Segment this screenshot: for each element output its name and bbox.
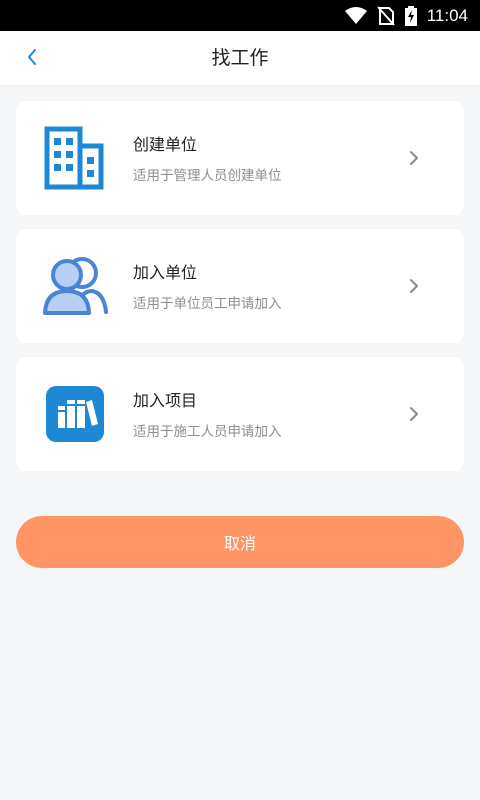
status-bar: 11:04 <box>0 0 480 31</box>
card-description: 适用于施工人员申请加入 <box>133 424 282 440</box>
battery-charging-icon <box>404 5 417 26</box>
status-time: 11:04 <box>426 5 468 25</box>
books-icon <box>42 381 108 447</box>
create-organization-card[interactable]: 创建单位 适用于管理人员创建单位 <box>16 101 464 215</box>
card-title: 创建单位 <box>133 135 198 154</box>
wifi-icon <box>344 7 367 24</box>
nav-bar: 找工作 <box>0 31 480 86</box>
join-project-card[interactable]: 加入项目 适用于施工人员申请加入 <box>16 357 464 471</box>
chevron-right-icon <box>408 149 420 167</box>
card-description: 适用于单位员工申请加入 <box>133 296 282 312</box>
card-title: 加入单位 <box>133 263 198 282</box>
users-icon <box>42 253 108 319</box>
card-title: 加入项目 <box>133 391 198 410</box>
chevron-right-icon <box>408 405 420 423</box>
chevron-right-icon <box>408 277 420 295</box>
join-organization-card[interactable]: 加入单位 适用于单位员工申请加入 <box>16 229 464 343</box>
page-title: 找工作 <box>211 47 269 69</box>
no-sim-icon <box>376 5 395 26</box>
building-icon <box>42 125 108 191</box>
cancel-button[interactable]: 取消 <box>16 516 464 568</box>
card-description: 适用于管理人员创建单位 <box>133 168 282 184</box>
